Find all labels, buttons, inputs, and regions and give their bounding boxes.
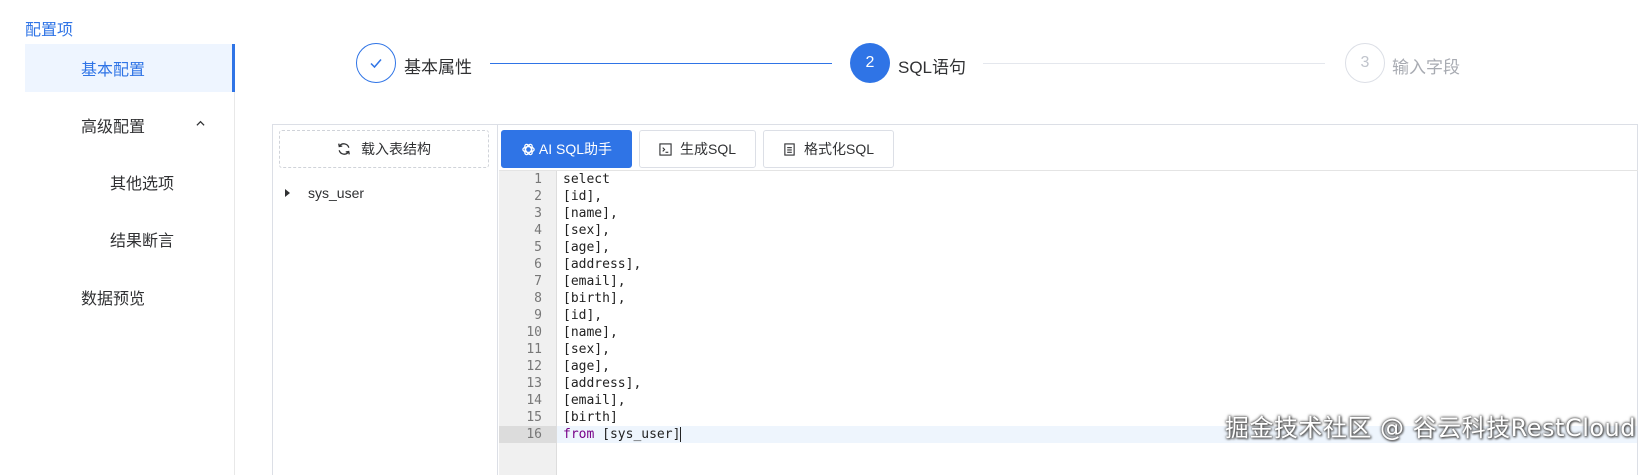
line-number: 12 (526, 359, 542, 374)
nav-item-label: 其他选项 (110, 176, 175, 193)
load-table-structure-button[interactable]: 载入表结构 (279, 130, 489, 168)
line-number: 14 (526, 393, 542, 408)
line-number: 2 (534, 189, 542, 204)
nav-item-label: 数据预览 (81, 291, 146, 308)
line-number: 7 (534, 274, 542, 289)
code-line: [address], (563, 257, 642, 272)
from-keyword: from (563, 427, 595, 442)
step-3-label: 输入字段 (1392, 58, 1460, 77)
sidebar-title: 配置项 (25, 22, 74, 39)
step-3-number: 3 (1345, 43, 1385, 83)
code-line: [sex], (563, 342, 610, 357)
chevron-up-icon (196, 120, 205, 126)
sidebar-nav: 基本配置 高级配置 其他选项 结果断言 数据预览 (25, 44, 235, 475)
line-number: 13 (526, 376, 542, 391)
step-2-number: 2 (850, 43, 890, 83)
caret-right-icon (285, 189, 290, 197)
ai-sql-assistant-button[interactable]: AI SQL助手 (501, 130, 632, 168)
text-cursor (680, 427, 682, 442)
line-number: 15 (526, 410, 542, 425)
terminal-icon (659, 142, 672, 156)
format-button-label: 格式化SQL (803, 141, 874, 157)
line-number-gutter: 1 2 3 4 5 6 7 8 9 10 11 12 13 14 15 16 (499, 171, 557, 475)
step-connector-2 (983, 63, 1325, 64)
line-number: 8 (534, 291, 542, 306)
nav-item-other-options[interactable]: 其他选项 (25, 158, 234, 206)
line-number: 16 (526, 427, 542, 442)
step-2-label: SQL语句 (898, 58, 967, 77)
code-line: [age], (563, 240, 610, 255)
ai-button-label: AI SQL助手 (538, 141, 613, 157)
nav-item-basic-config[interactable]: 基本配置 (25, 44, 235, 92)
generate-sql-button[interactable]: 生成SQL (639, 130, 756, 168)
line-number: 10 (526, 325, 542, 340)
code-line: [address], (563, 376, 642, 391)
format-sql-button[interactable]: 格式化SQL (763, 130, 894, 168)
code-line: select (563, 172, 610, 187)
nav-item-data-preview[interactable]: 数据预览 (25, 273, 234, 321)
openai-icon (522, 143, 535, 155)
editor-toolbar: AI SQL助手 生成SQL 格式化SQL (499, 125, 1637, 170)
line-number: 11 (526, 342, 542, 357)
code-line-from: from [sys_user] (563, 426, 682, 443)
watermark: 掘金技术社区 @ 谷云科技RestCloud (1224, 414, 1636, 442)
line-number: 4 (534, 223, 542, 238)
from-table: [sys_user] (594, 427, 681, 442)
code-line: [birth], (563, 291, 626, 306)
line-number: 6 (534, 257, 542, 272)
code-line: [sex], (563, 223, 610, 238)
line-number: 1 (534, 172, 542, 187)
code-line: [name], (563, 206, 618, 221)
document-icon (784, 142, 795, 156)
nav-item-label: 基本配置 (81, 62, 146, 79)
load-button-label: 载入表结构 (361, 141, 431, 157)
line-number: 3 (534, 206, 542, 221)
step-connector-1 (490, 63, 832, 64)
code-line: [birth] (563, 410, 618, 425)
line-number: 5 (534, 240, 542, 255)
code-line: [name], (563, 325, 618, 340)
code-line: [id], (563, 189, 603, 204)
tree-node-sys-user[interactable]: sys_user (283, 182, 364, 204)
refresh-icon (338, 143, 350, 155)
nav-item-result-assertion[interactable]: 结果断言 (25, 215, 234, 263)
nav-item-label: 高级配置 (81, 119, 146, 136)
table-structure-pane: 载入表结构 sys_user (273, 125, 498, 475)
code-line: [age], (563, 359, 610, 374)
nav-item-label: 结果断言 (110, 233, 175, 250)
line-number: 9 (534, 308, 542, 323)
code-line: [email], (563, 274, 626, 289)
code-line: [id], (563, 308, 603, 323)
step-1-label: 基本属性 (404, 58, 472, 77)
code-line: [email], (563, 393, 626, 408)
generate-button-label: 生成SQL (679, 141, 736, 157)
nav-item-advanced-config[interactable]: 高级配置 (25, 101, 234, 149)
tree-node-label: sys_user (308, 185, 365, 201)
step-1-check-icon (356, 43, 396, 83)
